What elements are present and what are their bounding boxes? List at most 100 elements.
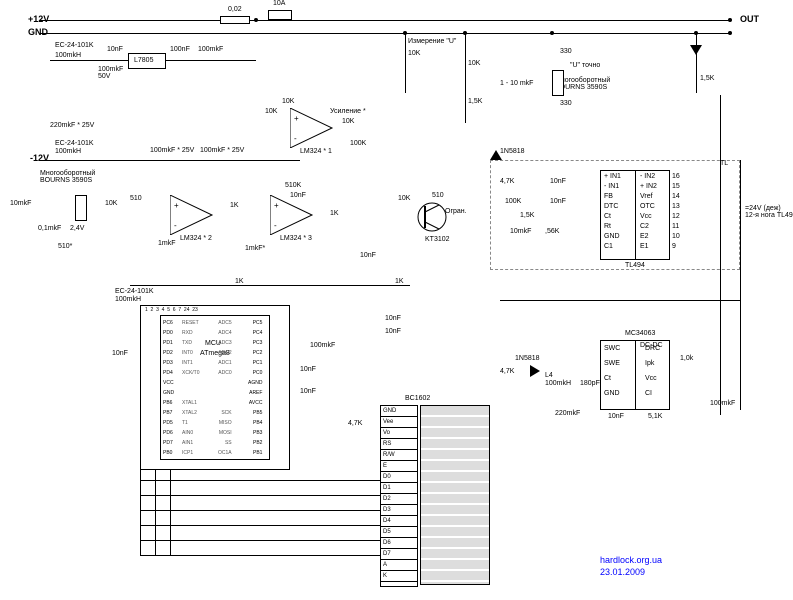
diode2-icon [530,365,540,377]
v-r050: 180pF [580,380,600,387]
v-r051: 220mkF [555,410,580,417]
v-r010: 330 [560,100,572,107]
dcdc-name: MC34063 [625,330,655,337]
v-r012: 1,5K [700,75,714,82]
lcd-pin-vo: Vo [381,428,417,439]
tl-pin9: 9 [672,243,676,250]
v-r001: 10nF [107,46,123,53]
fuse [268,10,292,20]
svg-text:-: - [294,134,297,143]
val-fuse: 10A [273,0,285,7]
dc-drc: DRC [645,345,660,352]
tl494-label: TL494 [625,262,645,269]
v-r054: 100mkF [710,400,735,407]
svg-text:+: + [294,114,299,123]
lcd-pin-d6: D6 [381,538,417,549]
tl-pin13: 13 [672,203,680,210]
v-r032: 510 [432,192,444,199]
ind-l4: L4 [545,372,553,379]
tl-pin16: 16 [672,173,680,180]
v-r043: 10nF [385,328,401,335]
v-r024a: 510 [130,195,142,202]
footer-url: hardlock.org.ua [600,555,662,565]
lcd-label: BC1602 [405,395,430,402]
tl-pin11: 11 [672,223,679,230]
lcd-pin-gnd: GND [381,406,417,417]
v-r027: 510K [285,182,301,189]
label-m12v: -12V [30,153,49,163]
lcd-display-icon [420,405,490,585]
v-r037: 1,5K [520,212,534,219]
tl-in2m: - IN2 [640,173,655,180]
footer-date: 23.01.2009 [600,567,645,577]
tl-rt: Rt [604,223,611,230]
lcd-pin-d5: D5 [381,527,417,538]
lcd-pin-rs: RS [381,439,417,450]
v-r029: 1mkF* [245,245,265,252]
v-r044: 100mkF [310,342,335,349]
lcd-pin-k: K [381,571,417,582]
trans-label: KT3102 [425,236,450,243]
lcd-pin-d7: D7 [381,549,417,560]
v-r021: 0,1mkF [38,225,61,232]
ind-l3v: 100mkH [115,296,141,303]
dc-ci: CI [645,390,652,397]
label-out: OUT [740,14,759,24]
opamp2-label: LM324 * 2 [180,235,212,242]
lcd-pin-d2: D2 [381,494,417,505]
v-r007b: 10K [468,60,480,67]
v-r039: ,56K [545,228,559,235]
v-r014: 100mkF * 25V [150,147,194,154]
v-r046: 10nF [300,388,316,395]
v-r045: 10nF [300,366,316,373]
v-r036: 10nF [550,198,566,205]
pot-a-label: Многооборотный BOURNS 3590S [40,170,95,184]
label-gnd: GND [28,27,48,37]
v-r022: 2,4V [70,225,84,232]
mcu-pins-left: PC6PD0PD1PD2PD3PD4VCCGNDPB6PB7PD5PD6PD7P… [163,318,174,458]
mcu-alt-right: ADC5ADC4ADC3ADC2ADC1ADC0 SCKMISOMOSISSOC… [218,318,232,458]
v-r015: 100mkF * 25V [200,147,244,154]
v-r033: 10nF [360,252,376,259]
v-r031: 10K [398,195,410,202]
v-r047: 10nF [112,350,128,357]
dc-gnd: GND [604,390,620,397]
tl-e1: E1 [640,243,649,250]
tl-vref: Vref [640,193,653,200]
v-r053: 5,1K [648,413,662,420]
tl-c1: C1 [604,243,613,250]
lcd-pin-r/w: R/W [381,450,417,461]
v-r040: 10nF [550,178,566,185]
lcd-pin-d0: D0 [381,472,417,483]
tl-title: TL [720,160,728,167]
lcd-pinrow: GNDVeeVoRSR/WED0D1D2D3D4D5D6D7AK [380,405,418,587]
opamp1-label: LM324 * 1 [300,148,332,155]
v-r002: 100nF [170,46,190,53]
tl-vcc: Vcc [640,213,652,220]
n-meas-u: Измерение "U" [408,38,456,45]
v-r004: 100mkF 50V [98,66,123,80]
svg-text:+: + [274,201,279,210]
mcu-pins-right: PC5PC4PC3PC2PC1PC0AGNDAREFAVCCPB5PB4PB3P… [248,318,262,458]
tl-otc: OTC [640,203,655,210]
tl-in1m: - IN1 [604,183,619,190]
mcu-alt-left: RESETRXDTXDINT0INT1XCK/T0 XTAL1XTAL2T1AI… [182,318,200,458]
lcd-pin-d1: D1 [381,483,417,494]
v-r013: 220mkF * 25V [50,122,94,129]
svg-text:+: + [174,201,179,210]
val-shunt: 0,02 [228,6,242,13]
tl-in2p: + IN2 [640,183,657,190]
v-r017: 10K [265,108,277,115]
led-icon [690,45,702,55]
v-r052: 10nF [608,413,624,420]
v-r041b: 1K [395,278,404,285]
opamp2-symbol: + - [170,195,220,235]
v-r034: 4,7K [500,178,514,185]
v-r020: 10mkF [10,200,31,207]
lcd-pin-d4: D4 [381,516,417,527]
opamp3-symbol: + - [270,195,320,235]
transistor-symbol [415,200,449,234]
tl-pin14: 14 [672,193,680,200]
v-r018: 100K [350,140,366,147]
dc-ipk: Ipk [645,360,654,367]
